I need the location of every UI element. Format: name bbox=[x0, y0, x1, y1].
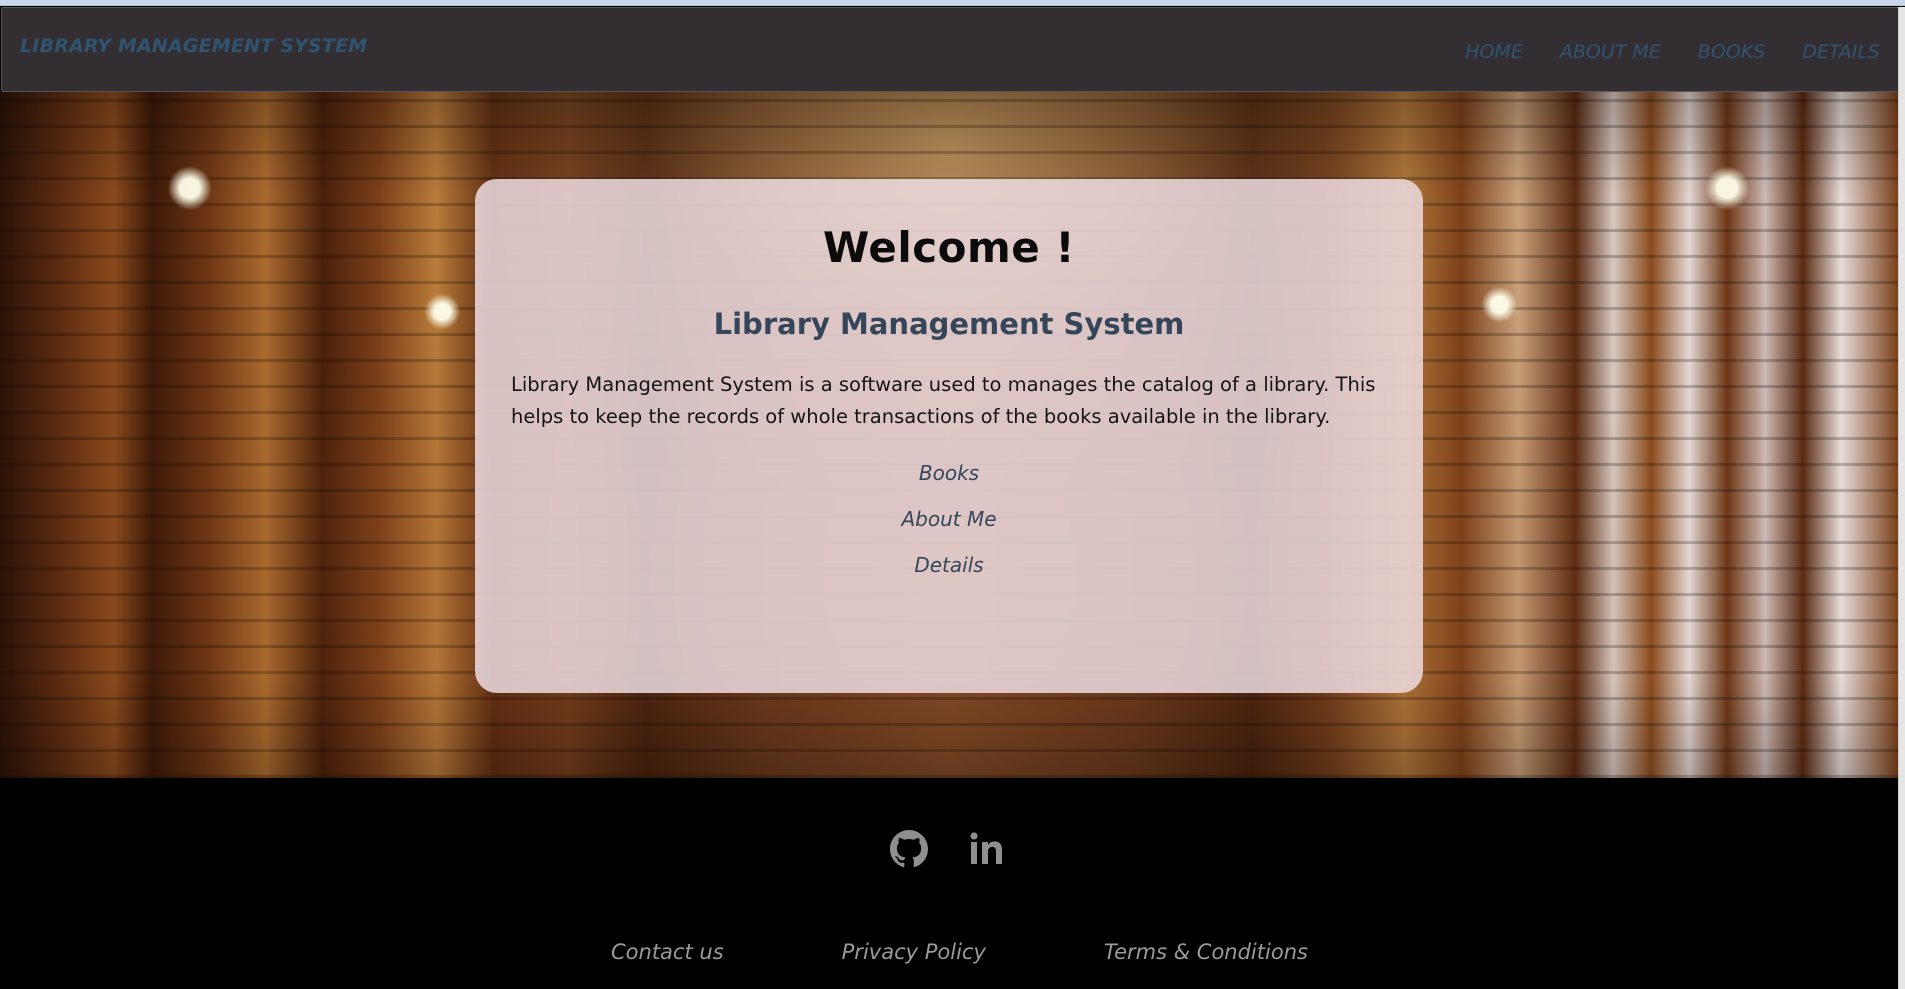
nav-home[interactable]: HOME bbox=[1465, 41, 1523, 63]
card-link-details[interactable]: Details bbox=[914, 553, 983, 577]
social-links bbox=[890, 830, 1006, 868]
brand-title[interactable]: LIBRARY MANAGEMENT SYSTEM bbox=[20, 35, 367, 57]
nav-details[interactable]: DETAILS bbox=[1802, 41, 1880, 63]
system-description: Library Management System is a software … bbox=[511, 373, 1376, 428]
footer-link-terms-conditions[interactable]: Terms & Conditions bbox=[1104, 940, 1308, 964]
browser-top-line bbox=[0, 0, 1905, 6]
github-icon[interactable] bbox=[890, 830, 928, 868]
footer: Contact us Privacy Policy Terms & Condit… bbox=[0, 778, 1905, 989]
welcome-title: Welcome ! bbox=[823, 223, 1075, 272]
nav-links: HOME ABOUT ME BOOKS DETAILS bbox=[1465, 41, 1880, 63]
card-links: Books About Me Details bbox=[511, 461, 1387, 577]
nav-about-me[interactable]: ABOUT ME bbox=[1560, 41, 1661, 63]
footer-links: Contact us Privacy Policy Terms & Condit… bbox=[611, 940, 1308, 964]
welcome-card: Welcome ! Library Management System Libr… bbox=[475, 179, 1423, 693]
card-link-about-me[interactable]: About Me bbox=[901, 507, 996, 531]
nav-books[interactable]: BOOKS bbox=[1698, 41, 1765, 63]
page-scrollbar[interactable] bbox=[1898, 7, 1905, 989]
footer-link-contact-us[interactable]: Contact us bbox=[611, 940, 724, 964]
system-subtitle: Library Management System bbox=[713, 307, 1185, 341]
linkedin-icon[interactable] bbox=[968, 830, 1006, 868]
card-link-books[interactable]: Books bbox=[919, 461, 979, 485]
navbar: LIBRARY MANAGEMENT SYSTEM HOME ABOUT ME … bbox=[1, 7, 1899, 92]
footer-link-privacy-policy[interactable]: Privacy Policy bbox=[842, 940, 986, 964]
